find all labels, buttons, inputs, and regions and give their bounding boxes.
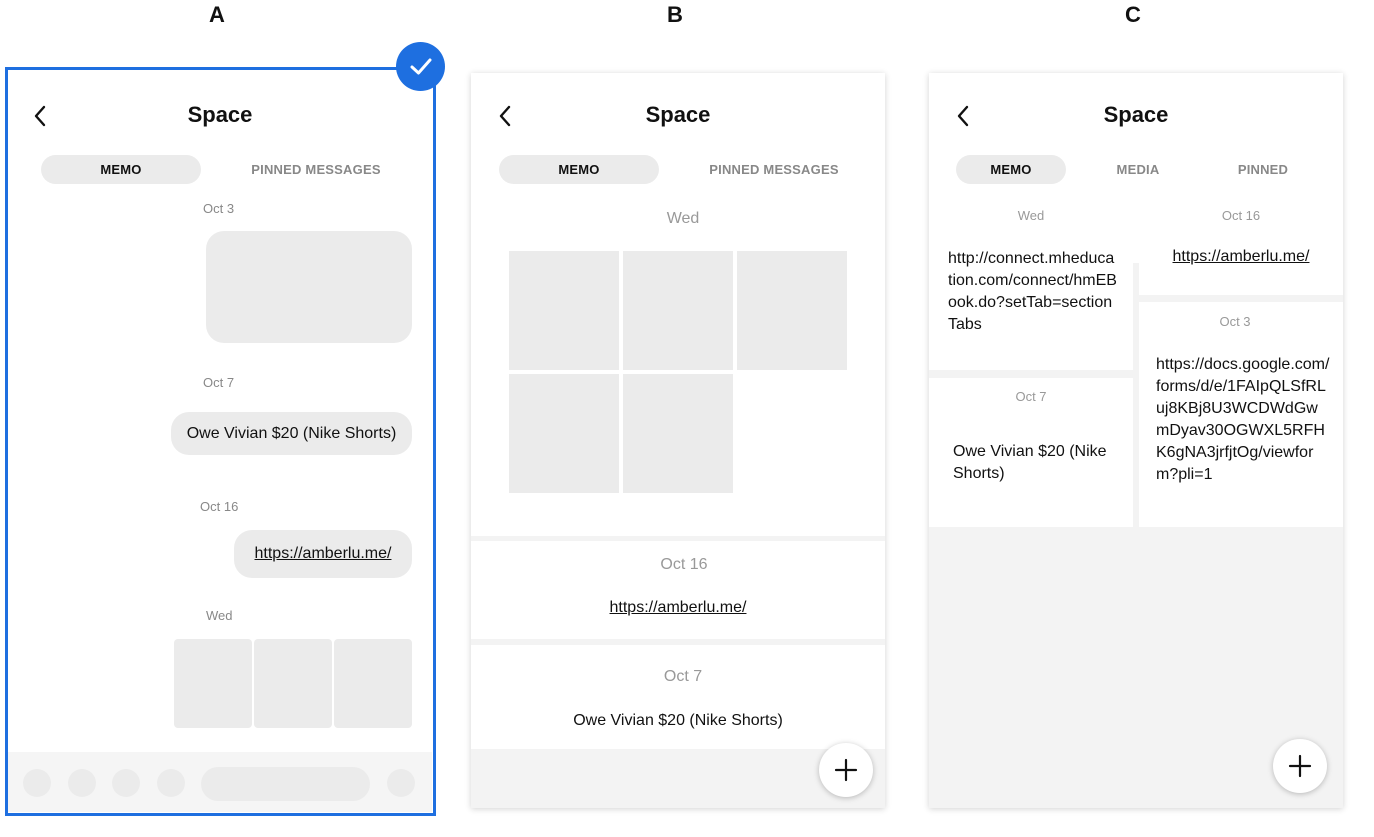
memo-card[interactable]: Oct 16 https://amberlu.me/ <box>471 541 885 639</box>
tab-memo[interactable]: MEMO <box>956 155 1066 184</box>
card-link[interactable]: http://connect.mheducation.com/connect/h… <box>948 248 1118 336</box>
image-thumbnail[interactable] <box>623 374 733 493</box>
image-thumbnail[interactable] <box>254 639 332 728</box>
image-thumbnail[interactable] <box>509 251 619 370</box>
image-thumbnail[interactable] <box>623 251 733 370</box>
message-date: Wed <box>206 608 233 623</box>
card-link[interactable]: https://amberlu.me/ <box>1139 246 1343 268</box>
memo-card[interactable]: Oct 7 Owe Vivian $20 (Nike Shorts) <box>929 378 1133 527</box>
card-date: Wed <box>666 210 700 227</box>
memo-card[interactable]: Oct 7 Owe Vivian $20 (Nike Shorts) <box>471 645 885 749</box>
card-link[interactable]: https://docs.google.com/forms/d/e/1FAIpQ… <box>1156 354 1330 486</box>
image-message[interactable] <box>206 231 412 343</box>
memo-card[interactable]: Wed http://connect.mheducation.com/conne… <box>929 199 1133 370</box>
label-c: C <box>1125 2 1141 27</box>
tab-memo[interactable]: MEMO <box>499 155 659 184</box>
image-thumbnail[interactable] <box>174 639 252 728</box>
card-text: Owe Vivian $20 (Nike Shorts) <box>573 712 783 729</box>
label-b: B <box>667 2 683 27</box>
toolbar-button[interactable] <box>68 769 96 797</box>
card-date: Oct 7 <box>1015 389 1047 404</box>
page-title: Space <box>187 102 253 127</box>
mockup-b: Space MEMO PINNED MESSAGES Wed Oct 16 ht… <box>471 73 885 808</box>
image-thumbnail[interactable] <box>334 639 412 728</box>
plus-icon <box>1288 754 1312 778</box>
page-title: Space <box>1103 102 1169 127</box>
message-date: Oct 16 <box>200 499 239 514</box>
toolbar-button[interactable] <box>157 769 185 797</box>
toolbar-button[interactable] <box>23 769 51 797</box>
image-thumbnail[interactable] <box>737 251 847 370</box>
plus-icon <box>834 758 858 782</box>
image-thumbnail[interactable] <box>509 374 619 493</box>
tab-media[interactable]: MEDIA <box>1083 155 1193 184</box>
tab-pinned-messages[interactable]: PINNED MESSAGES <box>236 155 396 184</box>
mockup-c: Space MEMO MEDIA PINNED Wed http://conne… <box>929 73 1343 808</box>
add-button[interactable] <box>819 743 873 797</box>
card-date: Wed <box>1017 208 1045 223</box>
toolbar-button[interactable] <box>112 769 140 797</box>
memo-card[interactable]: Oct 3 https://docs.google.com/forms/d/e/… <box>1139 302 1343 527</box>
memo-card[interactable]: Oct 16 https://amberlu.me/ <box>1139 199 1343 295</box>
card-date: Oct 3 <box>1219 314 1251 329</box>
card-date: Oct 7 <box>663 668 703 685</box>
link-message[interactable]: https://amberlu.me/ <box>234 530 412 578</box>
card-date: Oct 16 <box>1221 208 1261 223</box>
tab-pinned[interactable]: PINNED <box>1208 155 1318 184</box>
checkmark-icon <box>396 42 445 91</box>
message-bubble[interactable]: Owe Vivian $20 (Nike Shorts) <box>171 412 412 455</box>
message-input[interactable] <box>201 767 370 801</box>
card-text: Owe Vivian $20 (Nike Shorts) <box>953 443 1107 482</box>
mockup-a-content: Space MEMO PINNED MESSAGES Oct 3 Oct 7 O… <box>0 0 445 837</box>
message-date: Oct 3 <box>203 201 235 216</box>
card-link[interactable]: https://amberlu.me/ <box>471 597 885 619</box>
page-title: Space <box>645 102 711 127</box>
message-date: Oct 7 <box>203 375 235 390</box>
card-date: Oct 16 <box>660 556 708 573</box>
tab-pinned-messages[interactable]: PINNED MESSAGES <box>694 155 854 184</box>
send-button[interactable] <box>387 769 415 797</box>
memo-card[interactable]: Wed <box>471 197 885 536</box>
tab-memo[interactable]: MEMO <box>41 155 201 184</box>
add-button[interactable] <box>1273 739 1327 793</box>
